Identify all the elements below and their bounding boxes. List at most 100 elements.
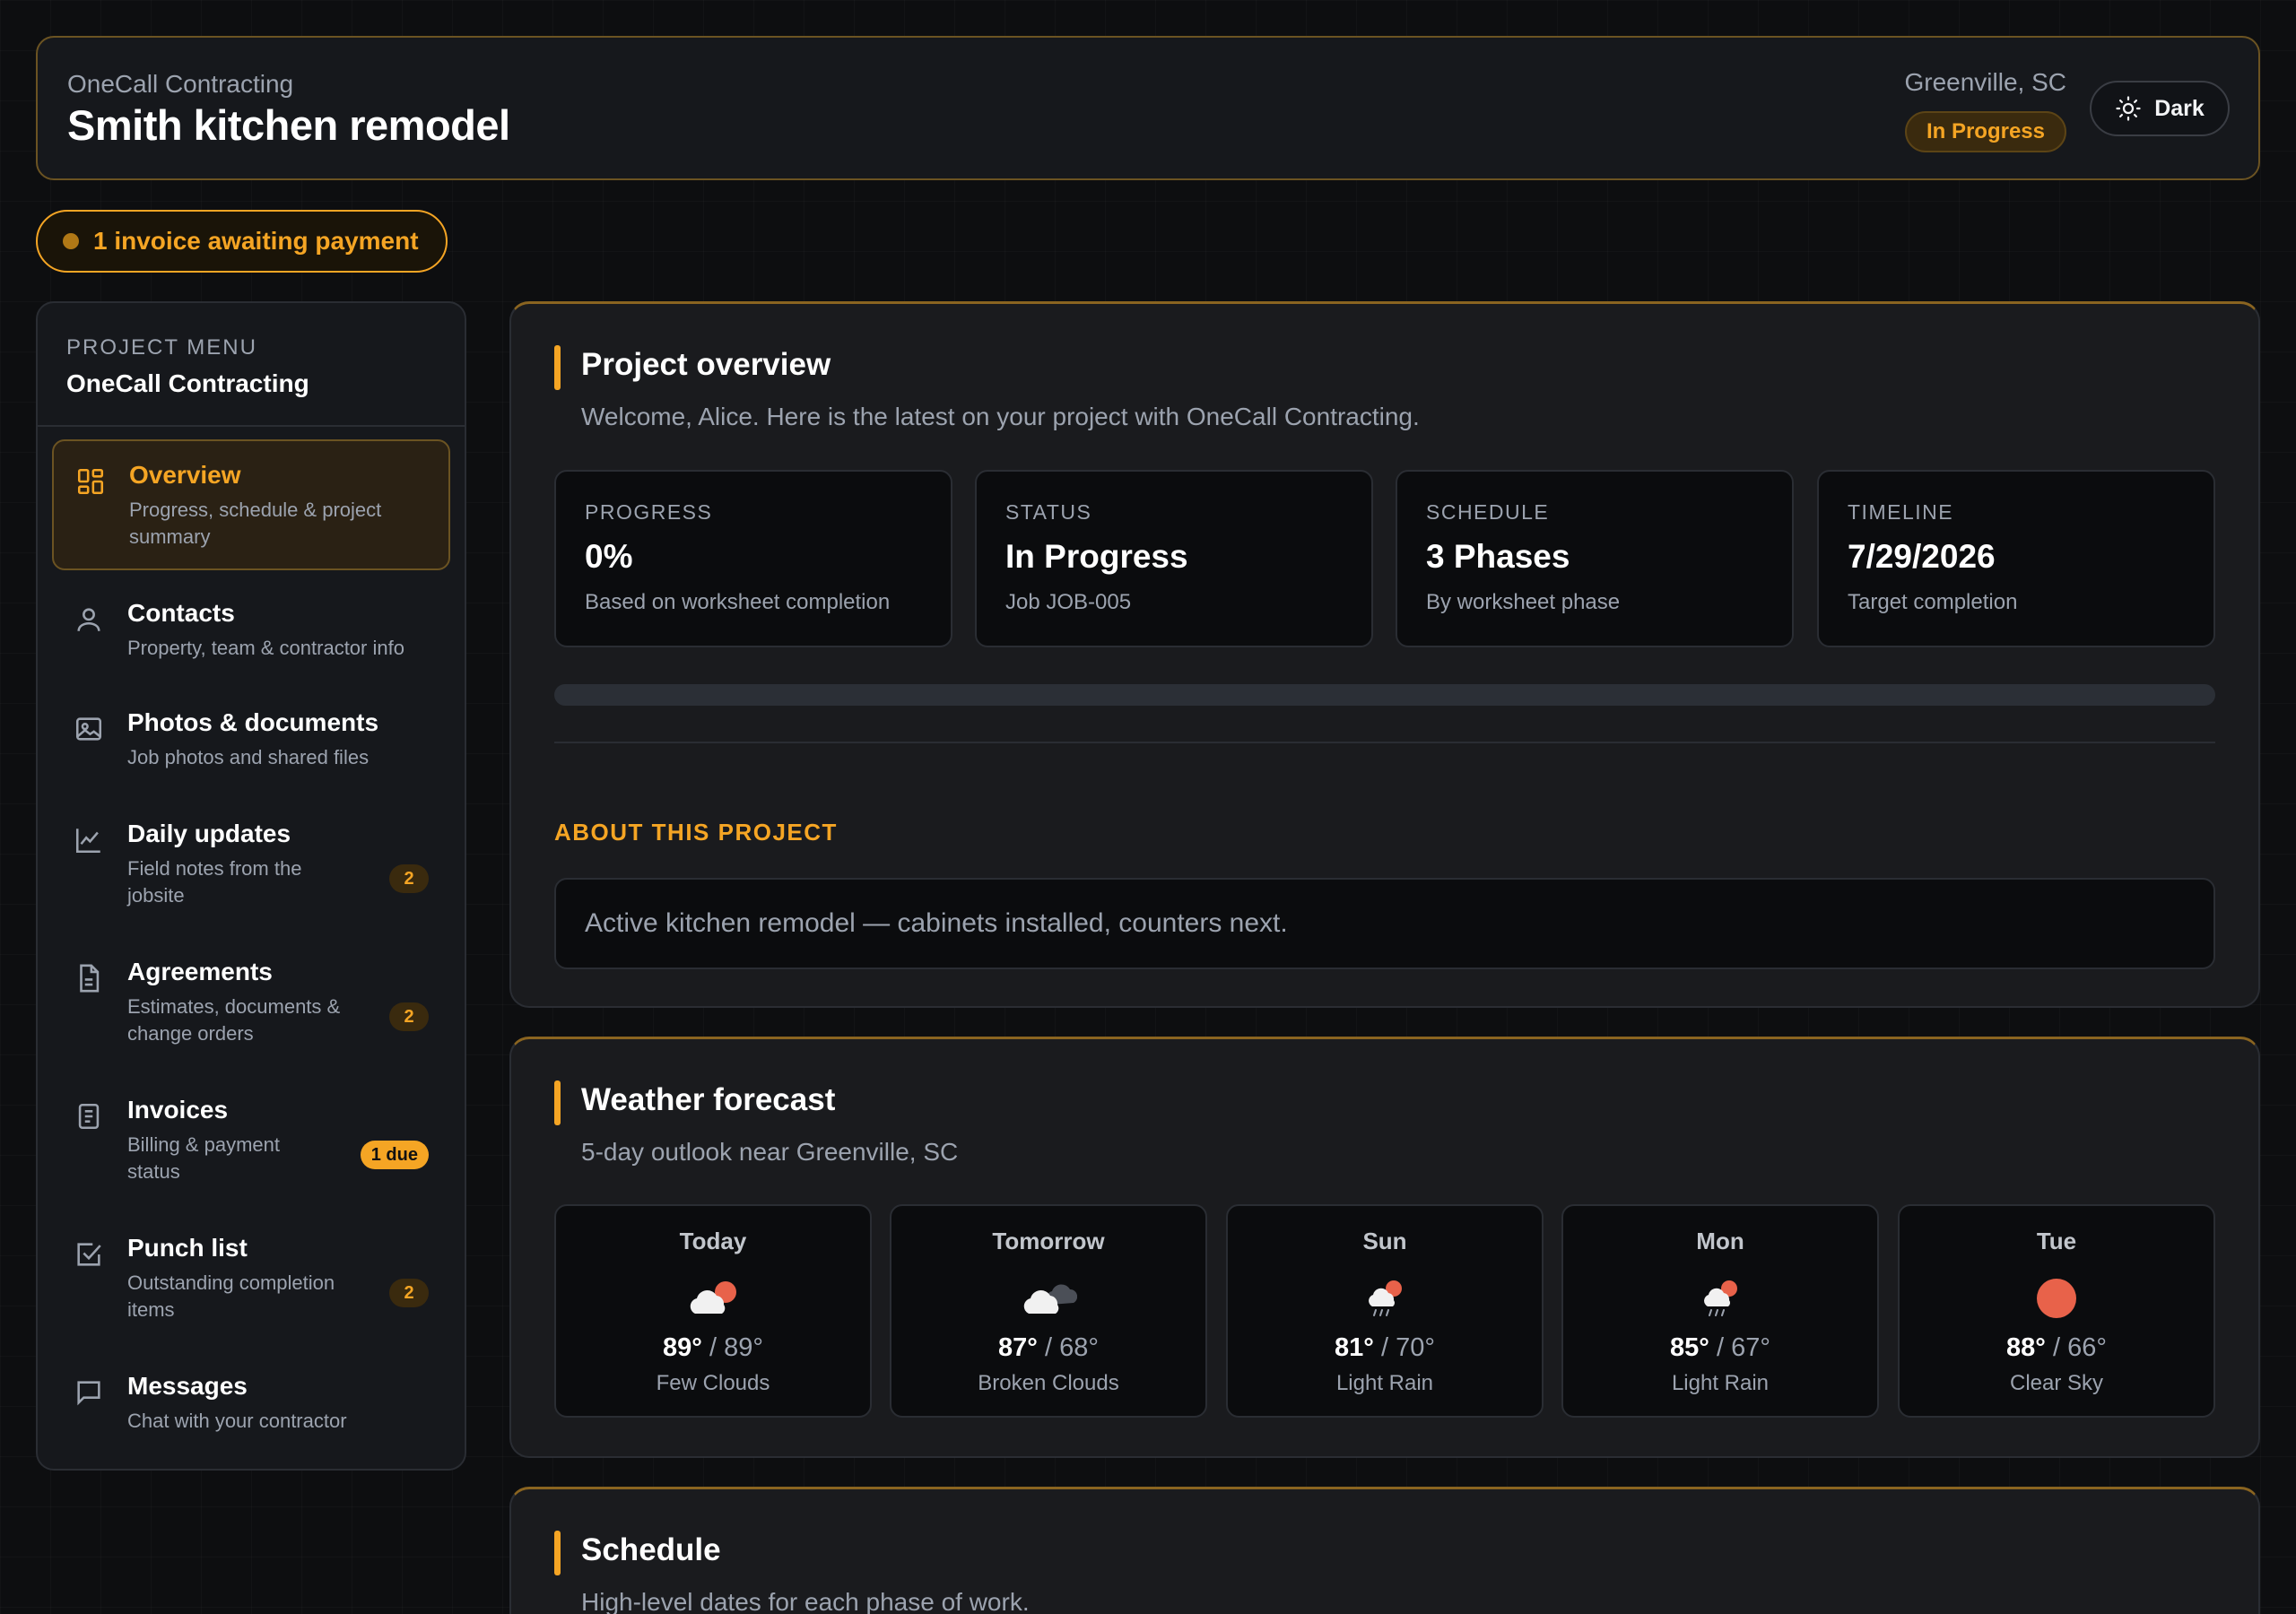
forecast-high: 87° bbox=[998, 1333, 1038, 1362]
count-badge: 2 bbox=[389, 864, 429, 893]
sidebar-item-agreements[interactable]: Agreements Estimates, documents & change… bbox=[52, 938, 450, 1072]
forecast-day: Today 89° / 89° Few Clouds bbox=[554, 1204, 872, 1418]
forecast-day: Sun 81° / 70° Light Rain bbox=[1226, 1204, 1544, 1418]
header-location: Greenville, SC bbox=[1904, 68, 2066, 96]
sidebar-item-punch-list[interactable]: Punch list Outstanding completion items … bbox=[52, 1214, 450, 1349]
forecast-low: 89° bbox=[724, 1333, 763, 1362]
stat-card-schedule: SCHEDULE 3 Phases By worksheet phase bbox=[1396, 470, 1794, 647]
forecast-day: Mon 85° / 67° Light Rain bbox=[1561, 1204, 1879, 1418]
menu-label: PROJECT MENU bbox=[66, 335, 257, 360]
forecast-day: Tomorrow 87° / 68° Broken Clouds bbox=[890, 1204, 1207, 1418]
forecast-high: 81° bbox=[1335, 1333, 1374, 1362]
forecast-day-name: Today bbox=[679, 1228, 747, 1254]
invoice-alert-button[interactable]: 1 invoice awaiting payment bbox=[36, 210, 448, 273]
light-rain-icon bbox=[1692, 1276, 1749, 1321]
forecast-day-name: Tomorrow bbox=[992, 1228, 1105, 1254]
sidebar-item-invoices[interactable]: Invoices Billing & payment status 1 due bbox=[52, 1076, 450, 1210]
schedule-subtitle: High-level dates for each phase of work. bbox=[581, 1588, 1030, 1614]
forecast-condition: Light Rain bbox=[1335, 1371, 1434, 1395]
stat-value: 3 Phases bbox=[1426, 538, 1570, 575]
forecast-day-name: Tue bbox=[2036, 1228, 2077, 1254]
forecast-condition: Clear Sky bbox=[2009, 1371, 2104, 1395]
forecast-low: 70° bbox=[1396, 1333, 1435, 1362]
stat-note: Based on worksheet completion bbox=[585, 590, 891, 614]
forecast-condition: Few Clouds bbox=[656, 1371, 770, 1395]
about-label: ABOUT THIS PROJECT bbox=[554, 819, 838, 846]
count-badge: 2 bbox=[389, 1279, 429, 1307]
few-clouds-icon bbox=[684, 1276, 742, 1321]
sidebar-item-desc: Property, team & contractor info bbox=[127, 637, 404, 659]
accent-bar bbox=[554, 1531, 561, 1575]
sidebar-item-title: Photos & documents bbox=[127, 708, 379, 736]
stat-card-progress: PROGRESS 0% Based on worksheet completio… bbox=[554, 470, 952, 647]
stat-label: PROGRESS bbox=[585, 500, 713, 524]
sidebar-divider bbox=[38, 425, 465, 427]
stat-note: Job JOB-005 bbox=[1005, 590, 1132, 614]
person-icon bbox=[74, 604, 104, 635]
stat-value: In Progress bbox=[1005, 538, 1188, 575]
header-company: OneCall Contracting bbox=[67, 70, 294, 98]
sidebar-item-title: Punch list bbox=[127, 1234, 248, 1262]
checkbox-icon bbox=[74, 1239, 104, 1270]
stat-value: 0% bbox=[585, 538, 633, 575]
forecast-low: 68° bbox=[1059, 1333, 1099, 1362]
page-title: Smith kitchen remodel bbox=[67, 101, 510, 149]
sidebar-item-desc: Chat with your contractor bbox=[127, 1410, 347, 1432]
light-rain-icon bbox=[1356, 1276, 1413, 1321]
about-text: Active kitchen remodel — cabinets instal… bbox=[554, 878, 2215, 969]
sidebar-item-desc: Estimates, documents & change orders bbox=[127, 995, 341, 1045]
stat-note: By worksheet phase bbox=[1426, 590, 1621, 614]
invoice-alert-text: 1 invoice awaiting payment bbox=[93, 227, 419, 255]
broken-clouds-icon bbox=[1020, 1276, 1078, 1321]
weather-forecast-card: Weather forecast 5-day outlook near Gree… bbox=[509, 1037, 2260, 1458]
clear-sky-icon bbox=[2028, 1276, 2085, 1321]
sidebar-item-photos-documents[interactable]: Photos & documents Job photos and shared… bbox=[52, 689, 450, 796]
sidebar-item-messages[interactable]: Messages Chat with your contractor bbox=[52, 1352, 450, 1460]
stat-label: STATUS bbox=[1005, 500, 1092, 524]
sun-icon bbox=[2116, 96, 2141, 121]
forecast-temps: 85° / 67° bbox=[1670, 1333, 1770, 1362]
card-divider bbox=[554, 742, 2215, 743]
stat-note: Target completion bbox=[1848, 590, 2018, 614]
forecast-high: 89° bbox=[663, 1333, 702, 1362]
invoice-icon bbox=[74, 1101, 104, 1132]
alert-dot-icon bbox=[63, 233, 79, 249]
weather-subtitle: 5-day outlook near Greenville, SC bbox=[581, 1138, 959, 1166]
accent-bar bbox=[554, 1080, 561, 1125]
sidebar-item-title: Daily updates bbox=[127, 820, 291, 847]
forecast-day-name: Sun bbox=[1362, 1228, 1407, 1254]
stat-label: SCHEDULE bbox=[1426, 500, 1550, 524]
weather-title: Weather forecast bbox=[581, 1082, 836, 1117]
project-menu-sidebar: PROJECT MENU OneCall Contracting Overvie… bbox=[36, 301, 466, 1471]
message-icon bbox=[74, 1377, 104, 1408]
forecast-day-name: Mon bbox=[1696, 1228, 1744, 1254]
image-icon bbox=[74, 714, 104, 744]
theme-toggle-label: Dark bbox=[2154, 95, 2205, 121]
overview-subtitle: Welcome, Alice. Here is the latest on yo… bbox=[581, 403, 1420, 430]
grid-icon bbox=[75, 466, 106, 497]
stat-label: TIMELINE bbox=[1848, 500, 1954, 524]
theme-toggle-button[interactable]: Dark bbox=[2090, 81, 2230, 136]
forecast-temps: 87° / 68° bbox=[998, 1333, 1099, 1362]
stat-card-timeline: TIMELINE 7/29/2026 Target completion bbox=[1817, 470, 2215, 647]
forecast-high: 85° bbox=[1670, 1333, 1709, 1362]
sidebar-item-desc: Job photos and shared files bbox=[127, 746, 370, 768]
forecast-temps: 89° / 89° bbox=[663, 1333, 763, 1362]
forecast-temps: 88° / 66° bbox=[2006, 1333, 2107, 1362]
progress-bar bbox=[554, 684, 2215, 706]
sidebar-item-contacts[interactable]: Contacts Property, team & contractor inf… bbox=[52, 579, 450, 687]
project-header: OneCall Contracting Smith kitchen remode… bbox=[36, 36, 2260, 180]
sidebar-item-title: Agreements bbox=[127, 958, 273, 985]
count-badge: 2 bbox=[389, 1002, 429, 1031]
sidebar-item-title: Contacts bbox=[127, 599, 235, 627]
stat-value: 7/29/2026 bbox=[1848, 538, 1996, 575]
sidebar-item-overview[interactable]: Overview Progress, schedule & project su… bbox=[52, 439, 450, 570]
sidebar-item-title: Invoices bbox=[127, 1096, 229, 1124]
schedule-card: Schedule High-level dates for each phase… bbox=[509, 1487, 2260, 1614]
sidebar-item-title: Overview bbox=[129, 461, 241, 489]
chart-icon bbox=[74, 825, 104, 855]
overview-title: Project overview bbox=[581, 347, 831, 382]
sidebar-item-daily-updates[interactable]: Daily updates Field notes from the jobsi… bbox=[52, 800, 450, 934]
menu-company: OneCall Contracting bbox=[66, 369, 309, 397]
project-overview-card: Project overview Welcome, Alice. Here is… bbox=[509, 301, 2260, 1008]
